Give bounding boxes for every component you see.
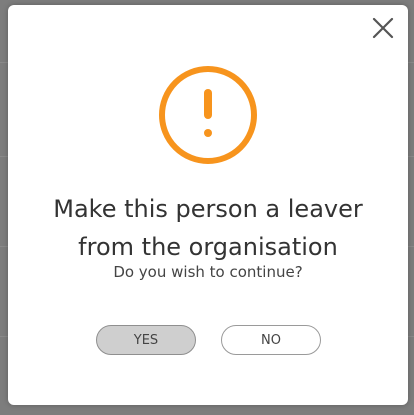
dialog-question: Do you wish to continue? [113,263,303,281]
leaver-confirm-dialog: Make this person a leaver from the organ… [8,5,408,405]
exclamation-circle-icon [159,66,257,164]
close-icon [372,17,394,39]
dialog-title-line1: Make this person a leaver [53,195,363,223]
yes-button[interactable]: YES [96,325,196,355]
no-button[interactable]: NO [221,325,321,355]
dialog-title: Make this person a leaver from the organ… [8,190,408,266]
dialog-title-line2: from the organisation [78,233,338,261]
close-button[interactable] [368,13,398,43]
